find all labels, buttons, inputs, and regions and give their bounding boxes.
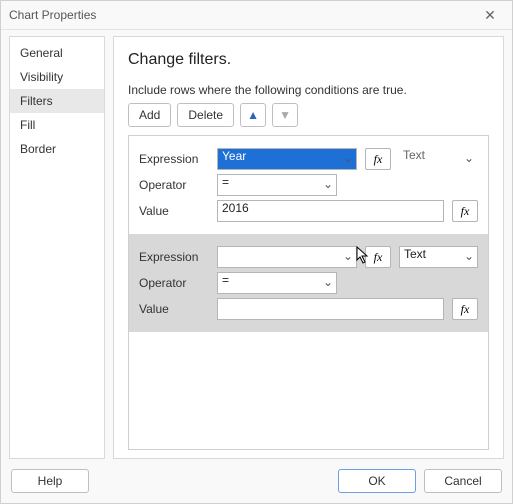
- close-icon[interactable]: ✕: [476, 7, 504, 24]
- type-value: Text: [399, 246, 478, 268]
- arrow-up-icon: ▲: [247, 108, 259, 122]
- titlebar: Chart Properties ✕: [1, 1, 512, 29]
- delete-button[interactable]: Delete: [177, 103, 234, 127]
- help-button[interactable]: Help: [11, 469, 89, 493]
- sidebar: General Visibility Filters Fill Border: [9, 36, 105, 459]
- value-label: Value: [139, 204, 209, 218]
- sidebar-item-filters[interactable]: Filters: [10, 89, 104, 113]
- sidebar-item-fill[interactable]: Fill: [10, 113, 104, 137]
- filter-toolbar: Add Delete ▲ ▼: [128, 103, 489, 127]
- dialog-window: Chart Properties ✕ General Visibility Fi…: [0, 0, 513, 504]
- filter-row: Expression Year ⌄ fx Text ⌄ Operator: [129, 136, 488, 234]
- window-title: Chart Properties: [9, 8, 476, 22]
- ok-button[interactable]: OK: [338, 469, 416, 493]
- main-panel: Change filters. Include rows where the f…: [113, 36, 504, 459]
- dialog-body: General Visibility Filters Fill Border C…: [1, 30, 512, 459]
- filters-list: Expression Year ⌄ fx Text ⌄ Operator: [128, 135, 489, 450]
- filter-row[interactable]: Expression ⌄ fx Text ⌄ Operator: [129, 234, 488, 332]
- expression-combo[interactable]: Year ⌄: [217, 148, 357, 170]
- page-description: Include rows where the following conditi…: [128, 83, 489, 97]
- sidebar-item-border[interactable]: Border: [10, 137, 104, 161]
- value-input[interactable]: 2016: [217, 200, 444, 222]
- fx-button[interactable]: fx: [452, 298, 478, 320]
- operator-label: Operator: [139, 276, 209, 290]
- value-label: Value: [139, 302, 209, 316]
- move-down-button[interactable]: ▼: [272, 103, 298, 127]
- expression-input[interactable]: [217, 246, 357, 268]
- operator-value: =: [217, 174, 337, 196]
- value-input[interactable]: [217, 298, 444, 320]
- page-title: Change filters.: [128, 51, 489, 69]
- fx-button[interactable]: fx: [365, 246, 391, 268]
- expression-label: Expression: [139, 152, 209, 166]
- cancel-button[interactable]: Cancel: [424, 469, 502, 493]
- fx-button[interactable]: fx: [365, 148, 391, 170]
- type-combo[interactable]: Text ⌄: [399, 148, 478, 170]
- add-button[interactable]: Add: [128, 103, 171, 127]
- sidebar-item-general[interactable]: General: [10, 41, 104, 65]
- type-value: Text: [399, 148, 478, 170]
- expression-label: Expression: [139, 250, 209, 264]
- operator-combo[interactable]: = ⌄: [217, 272, 337, 294]
- operator-combo[interactable]: = ⌄: [217, 174, 337, 196]
- sidebar-item-visibility[interactable]: Visibility: [10, 65, 104, 89]
- expression-combo[interactable]: ⌄: [217, 246, 357, 268]
- dialog-footer: Help OK Cancel: [1, 459, 512, 503]
- operator-label: Operator: [139, 178, 209, 192]
- expression-input[interactable]: Year: [217, 148, 357, 170]
- arrow-down-icon: ▼: [279, 108, 291, 122]
- type-combo[interactable]: Text ⌄: [399, 246, 478, 268]
- operator-value: =: [217, 272, 337, 294]
- fx-button[interactable]: fx: [452, 200, 478, 222]
- move-up-button[interactable]: ▲: [240, 103, 266, 127]
